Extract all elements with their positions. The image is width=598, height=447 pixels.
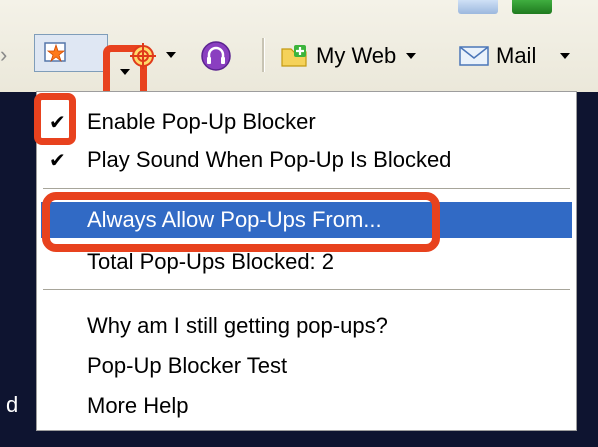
menu-item-popup-test[interactable]: Pop-Up Blocker Test xyxy=(37,348,576,384)
popup-blocker-button[interactable] xyxy=(34,34,147,99)
toolbar-divider xyxy=(262,38,265,72)
popup-blocker-icon xyxy=(44,42,66,63)
chevron-down-icon[interactable] xyxy=(560,53,571,59)
menu-item-enable-popup-blocker[interactable]: ✔ Enable Pop-Up Blocker xyxy=(37,104,576,140)
popup-blocker-menu: ✔ Enable Pop-Up Blocker ✔ Play Sound Whe… xyxy=(36,91,577,431)
toolbar-top-blue-button[interactable] xyxy=(458,0,498,14)
menu-separator xyxy=(43,289,570,291)
headset-icon xyxy=(201,41,231,71)
toolbar-left-edge: › xyxy=(0,42,8,67)
folder-plus-icon xyxy=(281,45,307,67)
callout-highlight-always-allow xyxy=(42,192,440,252)
menu-item-why-popups[interactable]: Why am I still getting pop-ups? xyxy=(37,308,576,344)
callout-highlight-checkbox xyxy=(34,93,76,145)
menu-item-play-sound[interactable]: ✔ Play Sound When Pop-Up Is Blocked xyxy=(37,142,576,178)
browser-toolbar: › My Web Mail xyxy=(0,0,598,99)
menu-separator xyxy=(43,188,570,190)
mail-label: Mail xyxy=(496,43,537,68)
menu-item-label: Total Pop-Ups Blocked: 2 xyxy=(87,249,335,274)
menu-item-label: Play Sound When Pop-Up Is Blocked xyxy=(87,147,452,172)
chevron-down-icon[interactable] xyxy=(166,52,176,58)
menu-item-label: More Help xyxy=(87,393,189,418)
background-partial-text: d xyxy=(6,392,19,417)
my-web-button[interactable]: My Web xyxy=(280,36,417,76)
chevron-down-icon xyxy=(406,53,417,59)
checkmark-icon: ✔ xyxy=(49,149,66,172)
crosshair-icon xyxy=(130,43,156,69)
toolbar-top-green-button[interactable] xyxy=(512,0,552,14)
menu-item-more-help[interactable]: More Help xyxy=(37,388,576,424)
envelope-icon xyxy=(459,46,489,66)
menu-item-label: Why am I still getting pop-ups? xyxy=(87,313,388,338)
mail-button[interactable]: Mail xyxy=(458,36,571,76)
my-web-label: My Web xyxy=(316,43,397,68)
headset-button[interactable] xyxy=(200,36,232,76)
menu-item-label: Pop-Up Blocker Test xyxy=(87,353,288,378)
crosshair-button[interactable] xyxy=(128,36,158,76)
menu-item-label: Enable Pop-Up Blocker xyxy=(87,109,316,134)
